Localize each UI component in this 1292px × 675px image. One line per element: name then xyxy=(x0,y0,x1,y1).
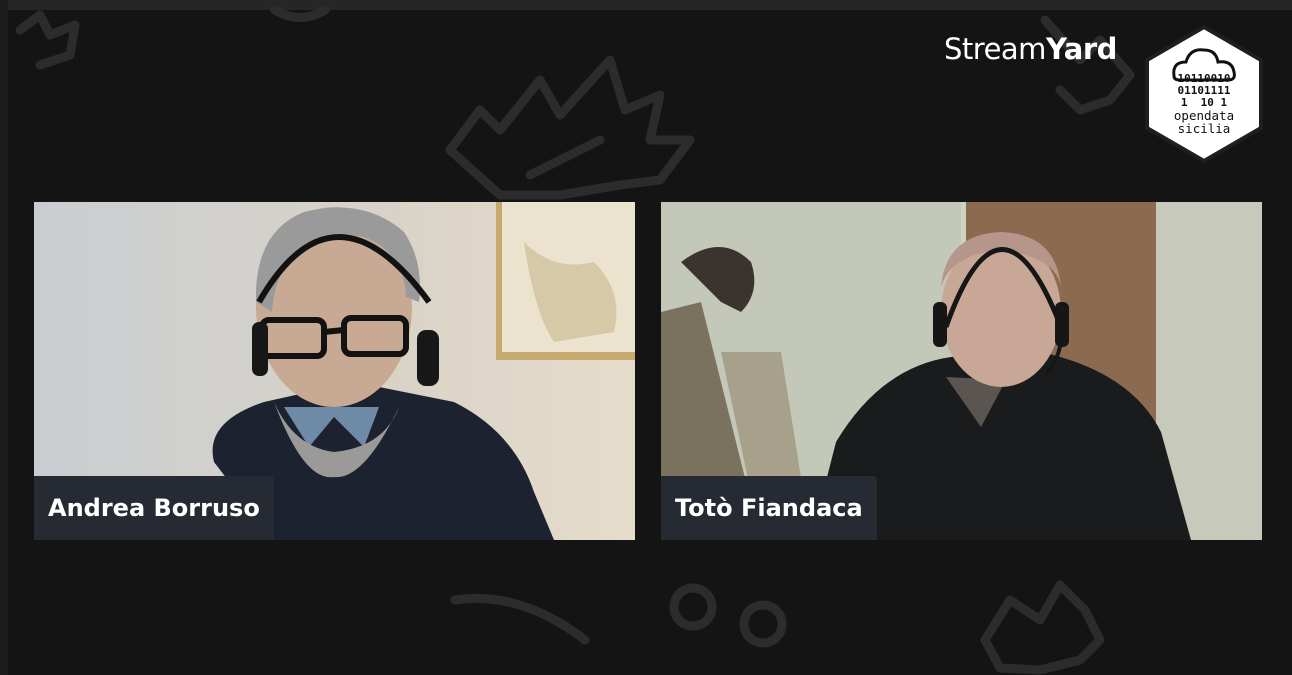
leaf-deco-icon xyxy=(445,55,695,200)
leaf-deco-icon xyxy=(15,10,80,70)
logo-text-sicilia: sicilia xyxy=(1178,121,1231,136)
participant-name-tag: Andrea Borruso xyxy=(34,476,274,540)
leaf-deco-icon xyxy=(450,593,590,645)
leaf-deco-icon xyxy=(980,580,1105,675)
brand-part-stream: Stream xyxy=(944,32,1046,66)
participant-video-tile[interactable]: Totò Fiandaca xyxy=(661,202,1262,540)
participant-name-tag: Totò Fiandaca xyxy=(661,476,877,540)
opendata-sicilia-logo: 10110010 01101111 1 10 1 opendata sicili… xyxy=(1145,24,1263,164)
brand-part-yard: Yard xyxy=(1045,32,1117,66)
circle-deco-icon xyxy=(739,600,787,648)
circle-deco-icon xyxy=(669,583,717,631)
broadcast-stage: StreamYard 10110010 01101111 1 10 1 open… xyxy=(0,0,1292,675)
participant-video-tile[interactable]: Andrea Borruso xyxy=(34,202,635,540)
streamyard-wordmark: StreamYard xyxy=(944,32,1117,66)
